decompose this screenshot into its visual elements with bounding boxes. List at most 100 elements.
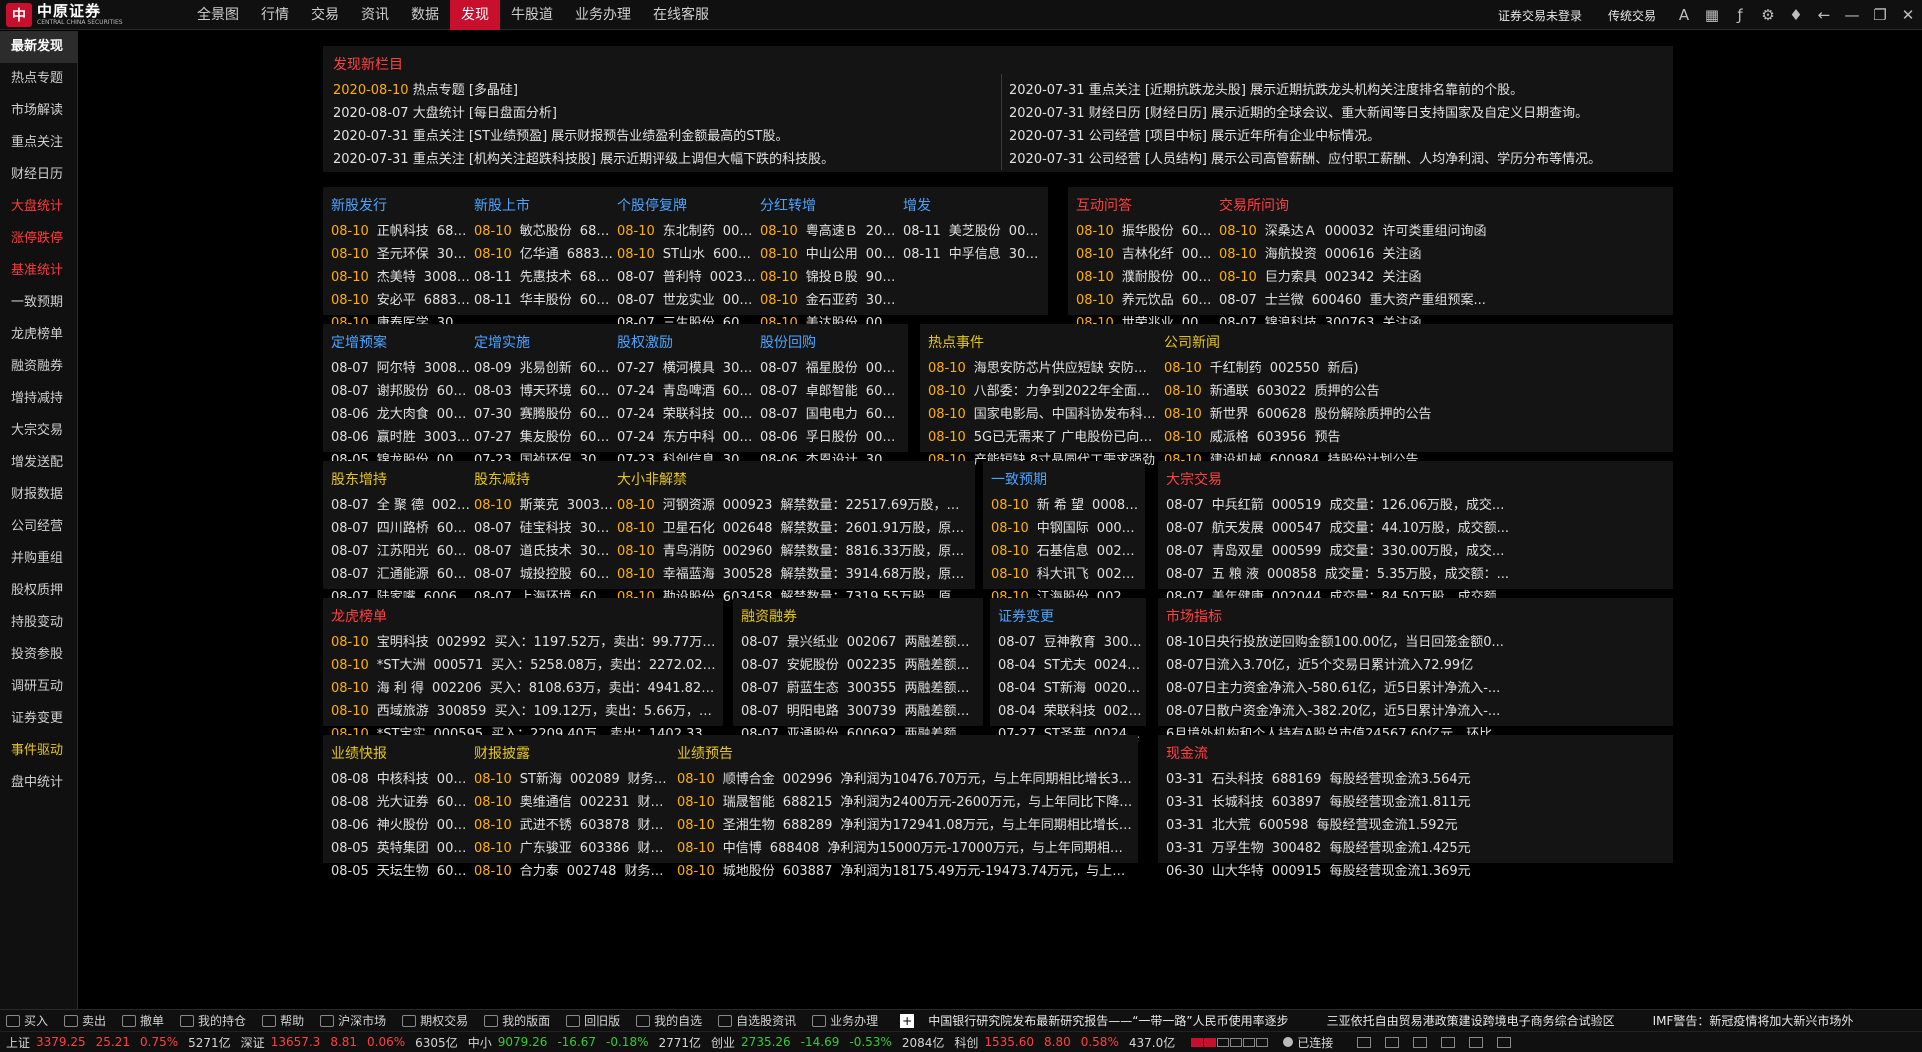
sidebar-item-22[interactable]: 事件驱动 [0, 735, 77, 767]
list-item[interactable]: 08-10 亿华通 688339 [474, 243, 614, 266]
list-item[interactable]: 08-05 天坛生物 600161 [331, 860, 471, 883]
traditional-trade-link[interactable]: 传统交易 [1608, 7, 1656, 24]
list-item[interactable]: 08-07 五 粮 液 000858 成交量：5.35万股，成交额：... [1166, 563, 1671, 586]
list-item[interactable]: 08-10 濮耐股份 002225 [1076, 266, 1216, 289]
section-title[interactable]: 证券变更 [998, 606, 1142, 631]
list-item[interactable]: 08-10 养元饮品 603156 [1076, 289, 1216, 312]
bottom-tool-3[interactable]: 我的持仓 [180, 1012, 246, 1029]
list-item[interactable]: 08-10 巨力索具 002342 关注函 [1219, 266, 1667, 289]
list-item[interactable]: 08-10 幸福蓝海 300528 解禁数量：3914.68万股，原因：首发、公开..… [617, 563, 969, 586]
list-item[interactable]: 07-27 集友股份 603429 [474, 426, 614, 449]
list-item[interactable]: 03-31 万孚生物 300482 每股经营现金流1.425元 [1166, 837, 1671, 860]
nav-tab-2[interactable]: 交易 [300, 0, 350, 30]
sidebar-item-10[interactable]: 融资融券 [0, 351, 77, 383]
list-item[interactable]: 08-09 兆易创新 603986 [474, 357, 614, 380]
section-title[interactable]: 公司新闻 [1164, 332, 1669, 357]
list-item[interactable]: 08-11 美芝股份 002856 [903, 220, 1043, 243]
news-item[interactable]: 2020-07-31 重点关注 [机构关注超跌科技股] 展示近期评级上调但大幅下… [333, 148, 834, 171]
list-item[interactable]: 08-07 江苏阳光 600220 [331, 540, 471, 563]
nav-tab-3[interactable]: 资讯 [350, 0, 400, 30]
list-item[interactable]: 08-05 英特集团 000411 [331, 837, 471, 860]
list-item[interactable]: 08-10 千红制药 002550 新后) [1164, 357, 1669, 380]
section-title[interactable]: 股东减持 [474, 469, 614, 494]
section-title[interactable]: 现金流 [1166, 743, 1671, 768]
list-item[interactable]: 08-07 阿尔特 300825 [331, 357, 471, 380]
section-title[interactable]: 分红转增 [760, 195, 900, 220]
status-tool-icon[interactable] [1413, 1036, 1428, 1048]
news-item[interactable]: 2020-07-31 财经日历 [财经日历] 展示近期的全球会议、重大新闻等日支… [1009, 102, 1601, 125]
status-tool-icon[interactable] [1357, 1036, 1372, 1048]
nav-tab-0[interactable]: 全景图 [186, 0, 250, 30]
list-item[interactable]: 08-10 海航投资 000616 关注函 [1219, 243, 1667, 266]
sidebar-item-14[interactable]: 财报数据 [0, 479, 77, 511]
list-item[interactable]: 08-06 孚日股份 002083 [760, 426, 900, 449]
list-item[interactable]: 08-10 金石亚药 300434 [760, 289, 900, 312]
list-item[interactable]: 08-10 海 利 得 002206 买入：8108.63万，卖出：4941.82万，… [331, 677, 719, 700]
section-title[interactable]: 新股上市 [474, 195, 614, 220]
list-item[interactable]: 08-03 博天环境 603603 [474, 380, 614, 403]
list-item[interactable]: 08-08 光大证券 601788 [331, 791, 471, 814]
nav-tab-5[interactable]: 发现 [450, 0, 500, 30]
bottom-tool-8[interactable]: 回旧版 [566, 1012, 620, 1029]
list-item[interactable]: 08-10 河钢资源 000923 解禁数量：22517.69万股，原因：非公开发行.… [617, 494, 969, 517]
news-ticker-item[interactable]: 中国银行研究院发布最新研究报告——“一带一路”人民币使用率逐步 [928, 1012, 1288, 1029]
status-tool-icon[interactable] [1497, 1036, 1512, 1048]
list-item[interactable]: 08-10 合力泰 002748 财务报表 [474, 860, 674, 883]
news-ticker-item[interactable]: 三亚依托自由贸易港政策建设跨境电子商务综合试验区 [1327, 1012, 1615, 1029]
list-item[interactable]: 08-10 正帆科技 688596 [331, 220, 471, 243]
sidebar-item-4[interactable]: 财经日历 [0, 159, 77, 191]
list-item[interactable]: 08-10日央行投放逆回购金额100.00亿，当日回笼金额0... [1166, 631, 1671, 654]
list-item[interactable]: 08-10 科大讯飞 002230 [991, 563, 1141, 586]
section-title[interactable]: 个股停复牌 [617, 195, 757, 220]
list-item[interactable]: 08-10 中信博 688408 净利润为15000万元-17000万元，与上年同期相… [677, 837, 1135, 860]
list-item[interactable]: 08-07 士兰微 600460 重大资产重组预案... [1219, 289, 1667, 312]
section-title[interactable]: 股份回购 [760, 332, 900, 357]
list-item[interactable]: 08-07 城投控股 600649 [474, 563, 614, 586]
list-item[interactable]: 08-10 敏芯股份 688286 [474, 220, 614, 243]
layout-grid-icon[interactable]: ▦ [1698, 6, 1726, 24]
list-item[interactable]: 08-10 粤高速Ｂ 200429 [760, 220, 900, 243]
list-item[interactable]: 08-10 新通联 603022 质押的公告 [1164, 380, 1669, 403]
list-item[interactable]: 08-10 安必平 688393 [331, 289, 471, 312]
section-title[interactable]: 龙虎榜单 [331, 606, 719, 631]
section-title[interactable]: 业绩预告 [677, 743, 1135, 768]
bottom-tool-5[interactable]: 沪深市场 [320, 1012, 386, 1029]
list-item[interactable]: 07-30 赛腾股份 603283 [474, 403, 614, 426]
plus-icon[interactable]: + [900, 1013, 915, 1028]
list-item[interactable]: 08-07 四川路桥 600039 [331, 517, 471, 540]
list-item[interactable]: 08-07 国电电力 600795 [760, 403, 900, 426]
nav-tab-7[interactable]: 业务办理 [564, 0, 642, 30]
list-item[interactable]: 08-07 安妮股份 002235 两融差额：8.64亿 [741, 654, 979, 677]
section-title[interactable]: 融资融券 [741, 606, 979, 631]
section-title[interactable]: 股权激励 [617, 332, 757, 357]
list-item[interactable]: 08-06 龙大肉食 002726 [331, 403, 471, 426]
list-item[interactable]: 03-31 石头科技 688169 每股经营现金流3.564元 [1166, 768, 1671, 791]
sidebar-item-13[interactable]: 增发送配 [0, 447, 77, 479]
list-item[interactable]: 07-24 青岛啤酒 600600 [617, 380, 757, 403]
section-title[interactable]: 股东增持 [331, 469, 471, 494]
index-label[interactable]: 深证 [241, 1034, 265, 1051]
skin-shirt-icon[interactable]: ♦ [1782, 6, 1810, 24]
sidebar-item-5[interactable]: 大盘统计 [0, 191, 77, 223]
section-title[interactable]: 定增实施 [474, 332, 614, 357]
section-title[interactable]: 互动问答 [1076, 195, 1216, 220]
section-title[interactable]: 大小非解禁 [617, 469, 969, 494]
section-title[interactable]: 业绩快报 [331, 743, 471, 768]
back-arrow-icon[interactable]: ← [1810, 6, 1838, 24]
list-item[interactable]: 03-31 北大荒 600598 每股经营现金流1.592元 [1166, 814, 1671, 837]
list-item[interactable]: 08-07 航天发展 000547 成交量：44.10万股，成交额... [1166, 517, 1671, 540]
bottom-tool-4[interactable]: 帮助 [262, 1012, 304, 1029]
sidebar-item-0[interactable]: 最新发现 [0, 31, 77, 63]
list-item[interactable]: 08-07 明阳电路 300739 两融差额：2.29亿 [741, 700, 979, 723]
section-title[interactable]: 新股发行 [331, 195, 471, 220]
status-tool-icon[interactable] [1385, 1036, 1400, 1048]
list-item[interactable]: 08-07 全 聚 德 002186 [331, 494, 471, 517]
list-item[interactable]: 08-10 城地股份 603887 净利润为18175.49万元-19473.74万元… [677, 860, 1135, 883]
list-item[interactable]: 08-10 新世界 600628 股份解除质押的公告 [1164, 403, 1669, 426]
section-title[interactable]: 增发 [903, 195, 1043, 220]
list-item[interactable]: 08-10 石基信息 002153 [991, 540, 1141, 563]
list-item[interactable]: 08-10 威派格 603956 预告 [1164, 426, 1669, 449]
list-item[interactable]: 08-10 ST新海 002089 财务报表 [474, 768, 674, 791]
bottom-tool-7[interactable]: 我的版面 [484, 1012, 550, 1029]
list-item[interactable]: 08-10 东北制药 000597 [617, 220, 757, 243]
